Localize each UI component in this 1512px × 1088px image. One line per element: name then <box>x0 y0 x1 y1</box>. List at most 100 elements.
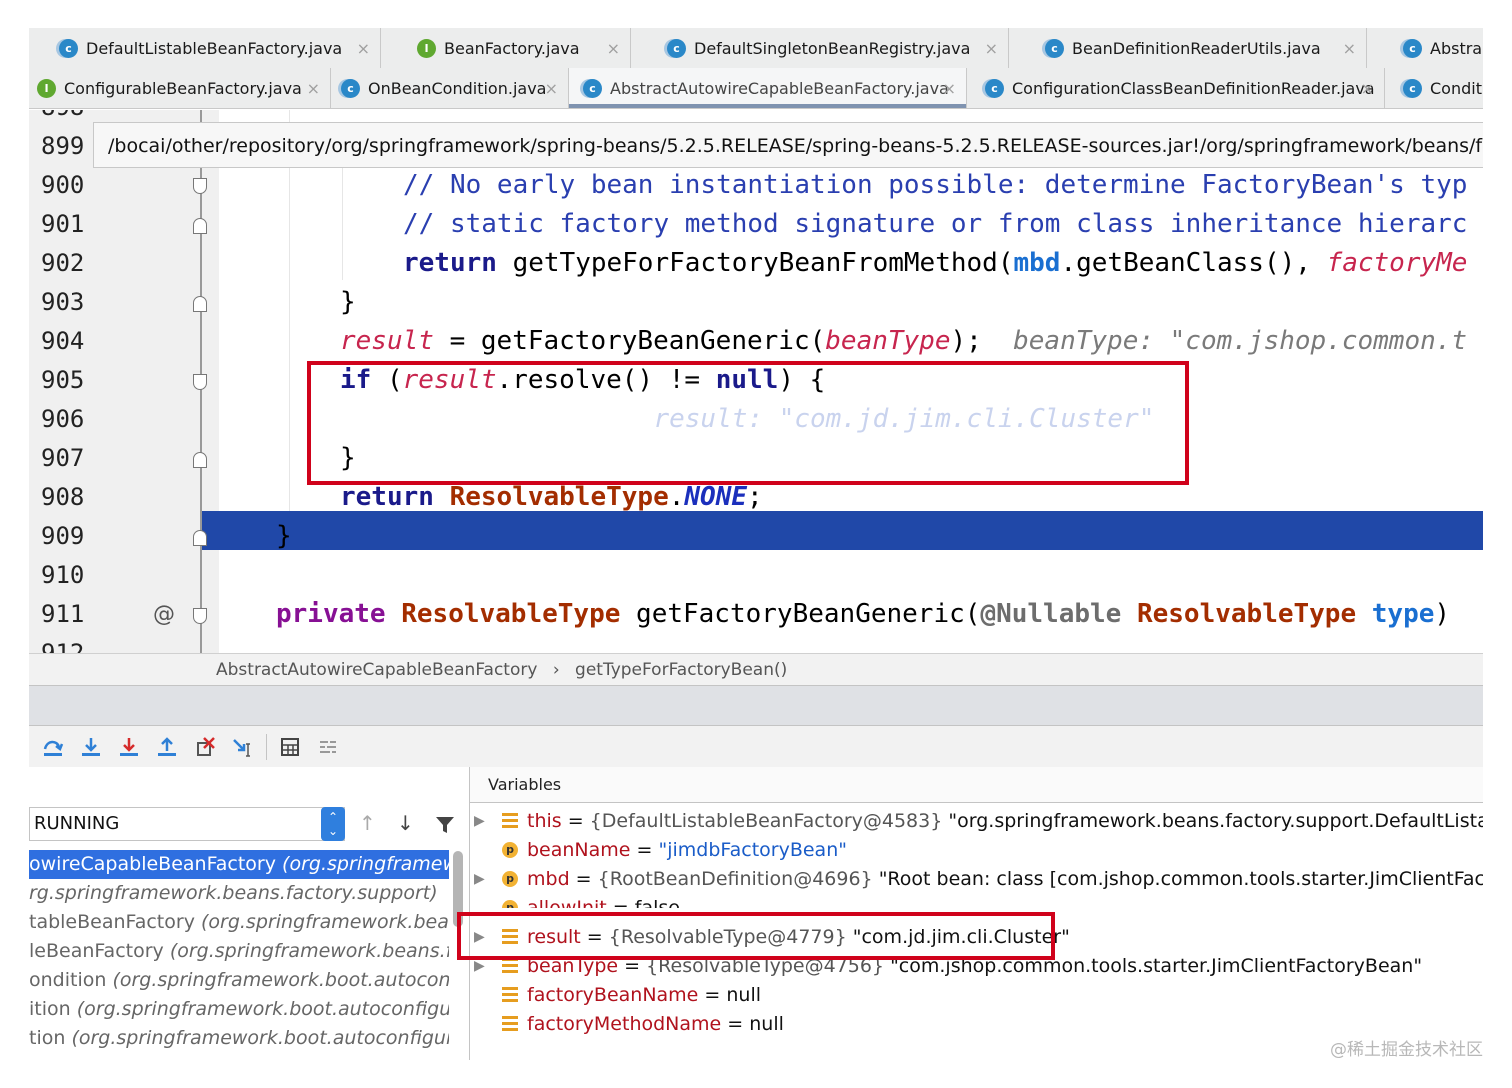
tab-beandefinitionreaderutils[interactable]: c BeanDefinitionReaderUtils.java × <box>1009 28 1367 68</box>
variable-row-allowinit[interactable]: p allowInit = false <box>470 894 1483 908</box>
annotation-box-if-block <box>307 361 1189 485</box>
tab-abstractautowirecapablebeanfactory[interactable]: c AbstractAutowireCapableBeanFactory.jav… <box>569 68 967 108</box>
expand-arrow-icon[interactable]: ▶ <box>474 865 485 894</box>
code-line-904: result = getFactoryBeanGeneric(beanType)… <box>340 326 1468 356</box>
variable-row-factorybeanname[interactable]: factoryBeanName = null <box>470 981 1483 1010</box>
stack-frame[interactable]: ondition (org.springframework.boot.autoc… <box>29 966 449 995</box>
next-frame-icon[interactable]: ↓ <box>397 811 414 835</box>
force-step-into-icon[interactable] <box>115 733 143 761</box>
thread-selector[interactable]: RUNNING ⌃ ⌄ <box>29 807 345 841</box>
variable-row-beanname[interactable]: p beanName = "jimdbFactoryBean" <box>470 836 1483 865</box>
step-over-icon[interactable] <box>39 733 67 761</box>
chevron-updown-icon[interactable]: ⌃ ⌄ <box>321 807 345 841</box>
line-number: 900 <box>41 171 85 199</box>
close-icon[interactable]: × <box>357 39 370 58</box>
close-icon[interactable]: × <box>1343 39 1356 58</box>
step-out-icon[interactable] <box>153 733 181 761</box>
tab-defaultlistablebeanfactory[interactable]: c DefaultListableBeanFactory.java × <box>29 28 381 68</box>
class-icon: c <box>1403 38 1422 58</box>
code-line-909: } <box>276 521 292 551</box>
override-marker-icon[interactable]: @ <box>153 595 175 634</box>
close-icon[interactable]: × <box>943 79 956 98</box>
close-icon[interactable]: × <box>607 39 620 58</box>
run-to-cursor-icon[interactable] <box>229 733 257 761</box>
stack-frame[interactable]: ition (org.springframework.boot.autoconf… <box>29 995 449 1024</box>
tab-label: DefaultSingletonBeanRegistry.java <box>694 38 971 58</box>
evaluate-expression-icon[interactable] <box>276 733 304 761</box>
fold-marker-icon[interactable] <box>193 608 207 624</box>
tab-abstrac[interactable]: c Abstrac <box>1367 28 1483 68</box>
filter-icon[interactable] <box>435 815 455 839</box>
toolbar-divider <box>266 734 267 760</box>
close-icon[interactable]: × <box>985 39 998 58</box>
class-icon: c <box>341 78 360 98</box>
expand-arrow-icon[interactable]: ▶ <box>474 807 485 836</box>
tab-configurationclassbeandefinitionreader[interactable]: c ConfigurationClassBeanDefinitionReader… <box>967 68 1385 108</box>
interface-icon: I <box>37 78 56 98</box>
tab-label: ConfigurationClassBeanDefinitionReader.j… <box>1012 78 1375 98</box>
parameter-icon: p <box>502 871 518 887</box>
ide-window: c DefaultListableBeanFactory.java × I Be… <box>29 28 1483 1060</box>
watermark: @稀土掘金技术社区 <box>1330 1040 1483 1060</box>
breadcrumb-class[interactable]: AbstractAutowireCapableBeanFactory <box>216 660 537 680</box>
tab-onbeancondition[interactable]: c OnBeanCondition.java × <box>331 68 569 108</box>
code-line-901: // static factory method signature or fr… <box>403 209 1468 239</box>
tab-beanfactory[interactable]: I BeanFactory.java × <box>381 28 631 68</box>
line-number: 904 <box>41 327 85 355</box>
stack-frame[interactable]: tion (org.springframework.boot.autoconfi… <box>29 1024 449 1053</box>
trace-current-stream-icon[interactable] <box>314 733 342 761</box>
fold-marker-icon[interactable] <box>193 218 207 234</box>
line-number: 902 <box>41 249 85 277</box>
line-number: 901 <box>41 210 85 238</box>
stack-frame[interactable]: owireCapableBeanFactory (org.springframe… <box>29 850 449 879</box>
close-icon[interactable]: × <box>545 79 558 98</box>
breadcrumb: AbstractAutowireCapableBeanFactory › get… <box>29 653 1483 686</box>
indent-guide <box>342 160 343 280</box>
field-icon <box>502 987 518 1003</box>
variable-row-mbd[interactable]: ▶ p mbd = {RootBeanDefinition@4696} "Roo… <box>470 865 1483 894</box>
code-line-900: // No early bean instantiation possible:… <box>403 170 1468 200</box>
close-icon[interactable]: × <box>1361 79 1374 98</box>
previous-frame-icon[interactable]: ↑ <box>359 811 376 835</box>
fold-marker-icon[interactable] <box>193 374 207 390</box>
code-line-903: } <box>340 287 356 317</box>
fold-marker-icon[interactable] <box>193 530 207 546</box>
variable-row-this[interactable]: ▶ this = {DefaultListableBeanFactory@458… <box>470 807 1483 836</box>
line-number: 911 <box>41 600 85 628</box>
line-number: 903 <box>41 288 85 316</box>
class-icon: c <box>583 78 602 98</box>
close-icon[interactable]: × <box>307 79 320 98</box>
tab-label: BeanDefinitionReaderUtils.java <box>1072 38 1321 58</box>
line-number: 908 <box>41 483 85 511</box>
line-number: 906 <box>41 405 85 433</box>
fold-marker-icon[interactable] <box>193 296 207 312</box>
stack-frame[interactable]: rg.springframework.beans.factory.support… <box>29 879 449 908</box>
tab-label: Conditi <box>1430 78 1483 98</box>
class-icon: c <box>1403 78 1422 98</box>
interface-icon: I <box>417 38 436 58</box>
parameter-icon: p <box>502 842 518 858</box>
stack-frame[interactable]: tableBeanFactory (org.springframework.be… <box>29 908 449 937</box>
tab-label: DefaultListableBeanFactory.java <box>86 38 343 58</box>
code-line-911: private ResolvableType getFactoryBeanGen… <box>276 599 1451 629</box>
line-number: 912 <box>41 639 85 653</box>
code-line-902: return getTypeForFactoryBeanFromMethod(m… <box>403 248 1468 278</box>
step-into-icon[interactable] <box>77 733 105 761</box>
tab-configurablebeanfactory[interactable]: I ConfigurableBeanFactory.java × <box>29 68 331 108</box>
file-path-tooltip: /bocai/other/repository/org/springframew… <box>93 122 1483 168</box>
line-number: 910 <box>41 561 85 589</box>
breadcrumb-method[interactable]: getTypeForFactoryBean() <box>575 660 787 680</box>
tab-label: Abstrac <box>1430 38 1483 58</box>
tab-defaultsingletonbeanregistry[interactable]: c DefaultSingletonBeanRegistry.java × <box>631 28 1009 68</box>
class-icon: c <box>59 38 78 58</box>
fold-marker-icon[interactable] <box>193 178 207 194</box>
line-number: 909 <box>41 522 85 550</box>
tab-conditi[interactable]: c Conditi <box>1385 68 1483 108</box>
stack-frame[interactable]: leBeanFactory (org.springframework.beans… <box>29 937 449 966</box>
thread-state: RUNNING <box>34 813 120 834</box>
parameter-icon: p <box>502 900 518 908</box>
line-number: 898 <box>41 110 84 127</box>
drop-frame-icon[interactable] <box>191 733 219 761</box>
fold-marker-icon[interactable] <box>193 452 207 468</box>
tab-label: AbstractAutowireCapableBeanFactory.java <box>610 78 949 98</box>
